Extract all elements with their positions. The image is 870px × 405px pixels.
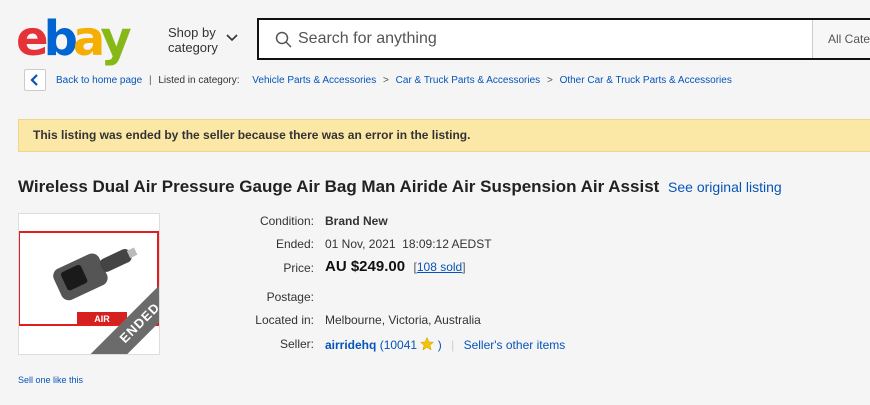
ended-value: 01 Nov, 2021 18:09:12 AEDST	[325, 237, 492, 251]
seller-divider: |	[451, 338, 455, 352]
seller-feedback-score[interactable]: 10041	[384, 338, 417, 352]
back-to-home-link[interactable]: Back to home page	[56, 75, 142, 86]
star-icon	[420, 336, 435, 351]
breadcrumb-item-car-truck-parts[interactable]: Car & Truck Parts & Accessories	[396, 75, 541, 86]
logo-letter-y: y	[100, 11, 131, 67]
breadcrumb-separator: >	[546, 75, 553, 86]
breadcrumb: Back to home page | Listed in category: …	[56, 75, 732, 86]
category-select[interactable]: All Cate	[812, 20, 870, 58]
breadcrumb-item-other-car-truck-parts[interactable]: Other Car & Truck Parts & Accessories	[560, 75, 732, 86]
back-button[interactable]	[24, 69, 46, 91]
product-image[interactable]: AIR ENDED	[18, 213, 160, 355]
logo-letter-a: a	[72, 11, 105, 67]
sell-one-like-this-link[interactable]: Sell one like this	[18, 375, 83, 385]
location-label: Located in:	[255, 313, 314, 327]
postage-label: Postage:	[266, 290, 314, 304]
shop-by-line1: Shop by	[168, 25, 216, 40]
sellers-other-items-link[interactable]: Seller's other items	[464, 338, 566, 352]
seller-feedback-close: )	[437, 338, 442, 352]
listing-ended-alert: This listing was ended by the seller bec…	[18, 119, 870, 152]
condition-label: Condition:	[259, 214, 314, 228]
chevron-left-icon	[30, 74, 38, 86]
ended-label: Ended:	[275, 237, 314, 251]
chevron-down-icon[interactable]	[226, 32, 238, 44]
price-value: AU $249.00	[325, 258, 406, 275]
ebay-logo[interactable]: ebay	[16, 11, 136, 68]
seller-label: Seller:	[279, 337, 314, 351]
sold-bracket-close: ]	[462, 260, 466, 274]
location-value: Melbourne, Victoria, Australia	[325, 313, 481, 327]
listing-title: Wireless Dual Air Pressure Gauge Air Bag…	[18, 177, 660, 196]
seller-row: airridehq (10041 ) | Seller's other item…	[325, 336, 566, 352]
listing-title-row: Wireless Dual Air Pressure Gauge Air Bag…	[18, 177, 782, 197]
breadcrumb-separator: >	[383, 75, 389, 86]
logo-letter-e: e	[16, 11, 48, 67]
svg-text:AIR: AIR	[94, 314, 110, 324]
breadcrumb-divider: |	[148, 75, 152, 86]
sold-count-link[interactable]: 108 sold	[417, 260, 462, 274]
seller-name-link[interactable]: airridehq	[325, 338, 376, 352]
price-row: AU $249.00 [108 sold]	[325, 258, 466, 276]
condition-value: Brand New	[325, 214, 388, 228]
breadcrumb-item-vehicle-parts[interactable]: Vehicle Parts & Accessories	[252, 75, 376, 86]
see-original-listing-link[interactable]: See original listing	[668, 179, 782, 195]
search-icon	[275, 31, 292, 48]
search-input[interactable]	[298, 30, 798, 48]
listed-in-label: Listed in category:	[158, 75, 240, 86]
shop-by-category-button[interactable]: Shop by category	[168, 25, 218, 55]
shop-by-line2: category	[168, 40, 218, 55]
logo-letter-b: b	[43, 11, 78, 67]
price-label: Price:	[283, 261, 314, 275]
